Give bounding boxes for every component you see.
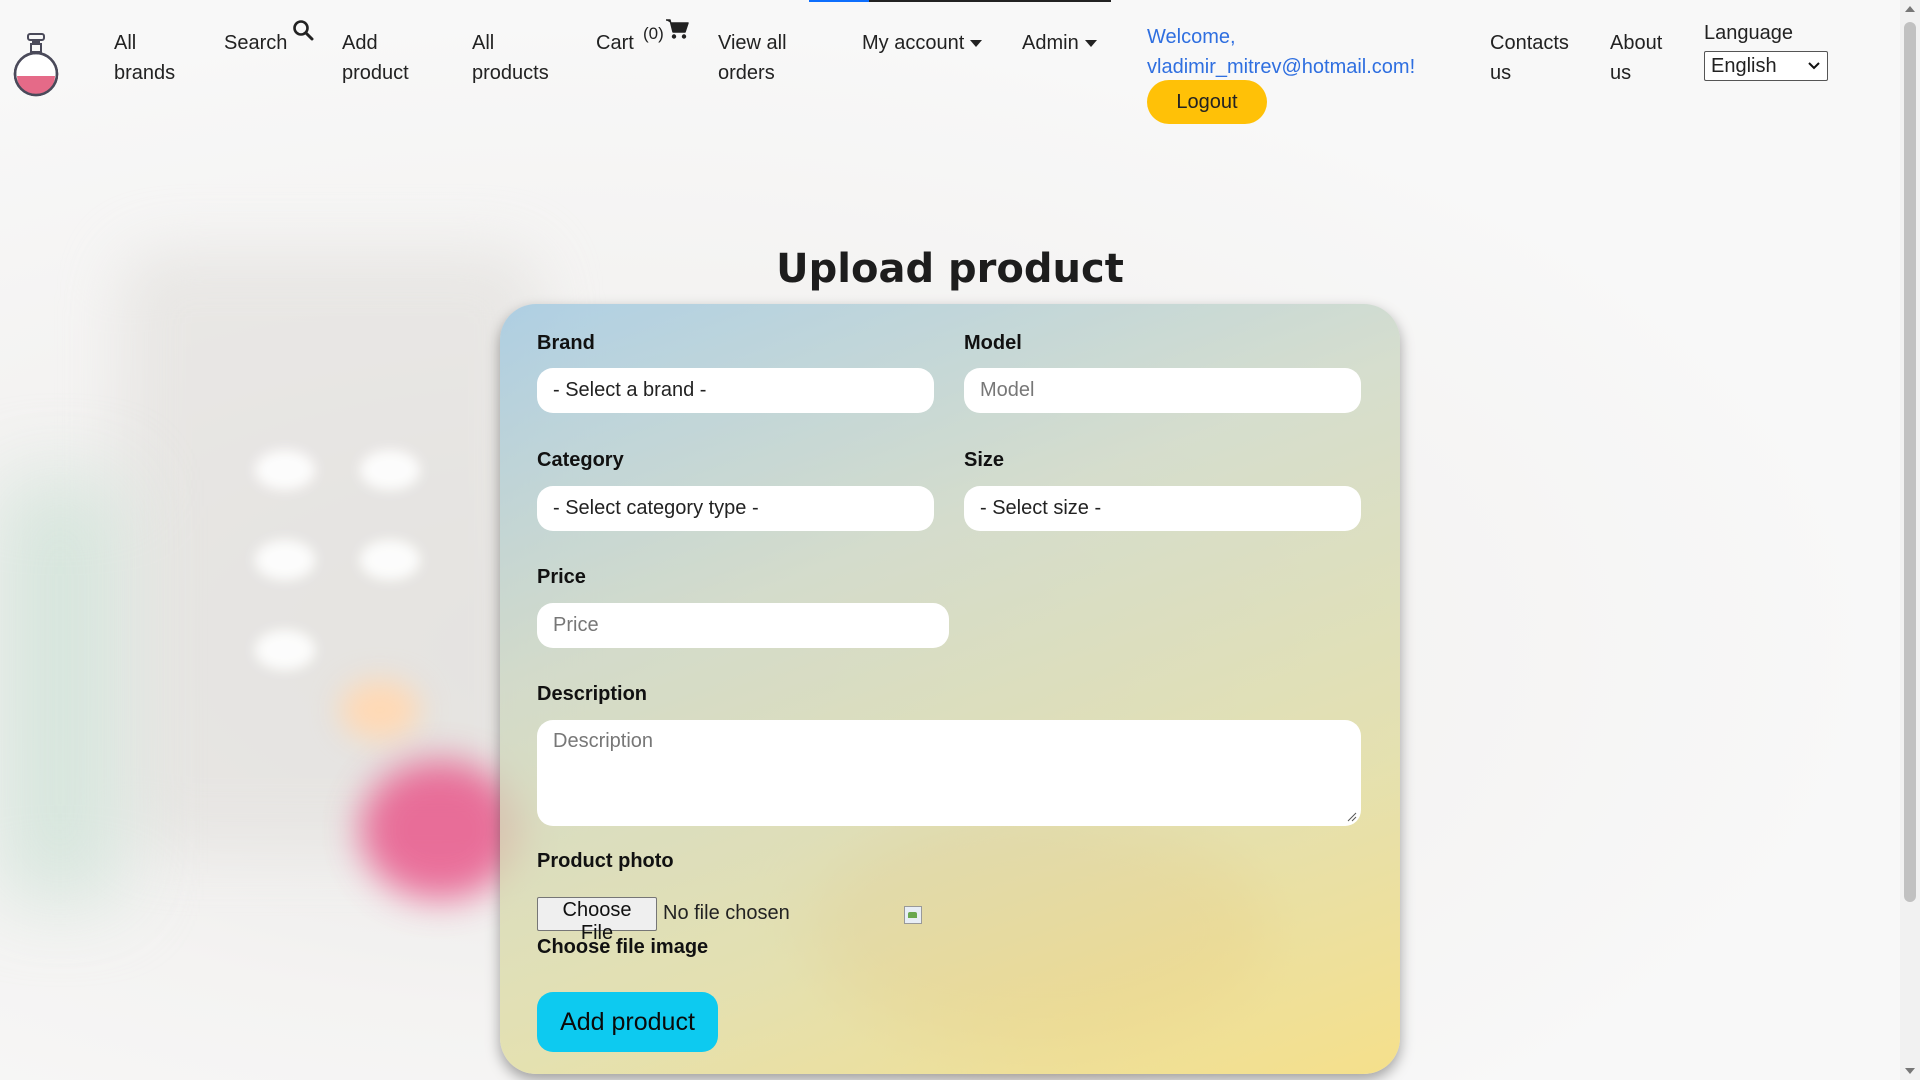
page-title: Upload product <box>776 246 1124 292</box>
nav-contacts[interactable]: Contacts us <box>1490 28 1580 88</box>
nav-cart-label: Cart <box>596 32 634 54</box>
product-photo-label: Product photo <box>537 850 674 872</box>
nav-admin-dropdown[interactable]: Admin <box>1022 28 1097 58</box>
nav-search-label: Search <box>224 32 288 54</box>
file-status-text: No file chosen <box>663 902 790 924</box>
my-account-label: My account <box>862 32 965 54</box>
model-placeholder: Model <box>980 379 1035 401</box>
search-icon[interactable] <box>292 19 314 41</box>
nav-all-products[interactable]: All products <box>472 28 562 88</box>
brand-select[interactable]: - Select a brand - <box>537 368 934 413</box>
chevron-down-icon <box>1084 40 1097 48</box>
description-placeholder: Description <box>553 730 654 752</box>
brand-label: Brand <box>537 332 595 354</box>
nav-view-all-orders[interactable]: View all orders <box>718 28 818 88</box>
language-select[interactable]: English <box>1704 51 1828 81</box>
description-label: Description <box>537 683 648 705</box>
scroll-down-arrow-icon[interactable] <box>1905 1068 1915 1074</box>
scroll-thumb[interactable] <box>1904 22 1916 902</box>
cart-count: (0) <box>643 24 664 43</box>
page-scrollbar[interactable] <box>1900 0 1920 1080</box>
logout-button[interactable]: Logout <box>1147 80 1267 124</box>
resize-handle-icon[interactable] <box>1347 812 1357 822</box>
brand-select-value: - Select a brand - <box>553 379 707 401</box>
size-select-value: - Select size - <box>980 497 1102 519</box>
language-selected-value: English <box>1711 54 1777 77</box>
scroll-up-arrow-icon[interactable] <box>1905 6 1915 12</box>
nav-all-brands[interactable]: All brands <box>114 28 194 88</box>
nav-search[interactable]: Search <box>224 28 287 58</box>
nav-about[interactable]: About us <box>1610 28 1680 88</box>
category-select-value: - Select category type - <box>553 497 759 519</box>
nav-active-indicator <box>809 0 1111 2</box>
choose-file-button[interactable]: Choose File <box>537 897 657 944</box>
photo-preview-image <box>904 906 922 924</box>
nav-add-product[interactable]: Add product <box>342 28 422 88</box>
choose-file-note: Choose file image <box>537 936 709 958</box>
model-label: Model <box>964 332 1022 354</box>
add-product-button[interactable]: Add product <box>537 992 718 1052</box>
price-label: Price <box>537 566 586 588</box>
size-select[interactable]: - Select size - <box>964 486 1361 531</box>
perfume-bottle-icon[interactable] <box>12 32 60 102</box>
admin-label: Admin <box>1022 32 1079 54</box>
model-input[interactable]: Model <box>964 368 1361 413</box>
category-select[interactable]: - Select category type - <box>537 486 934 531</box>
description-textarea[interactable]: Description <box>537 720 1361 826</box>
nav-cart[interactable]: Cart <box>596 28 634 58</box>
chevron-down-icon <box>1808 62 1820 70</box>
cart-icon[interactable] <box>665 18 689 40</box>
category-label: Category <box>537 449 624 471</box>
price-input[interactable]: Price <box>537 603 949 648</box>
top-navbar: All brands Search Add product All produc… <box>0 0 1900 130</box>
size-label: Size <box>964 449 1005 471</box>
price-placeholder: Price <box>553 614 599 636</box>
chevron-down-icon <box>970 40 983 48</box>
language-label: Language <box>1704 22 1793 44</box>
nav-my-account-dropdown[interactable]: My account <box>862 28 983 58</box>
welcome-message: Welcome, vladimir_mitrev@hotmail.com! <box>1147 26 1416 78</box>
